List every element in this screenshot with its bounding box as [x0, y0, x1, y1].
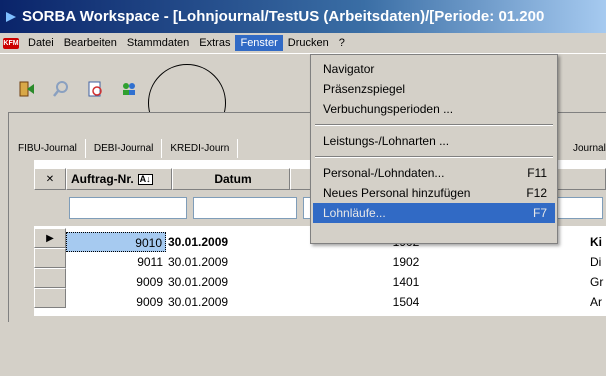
menu-item-leistungs-lohnarten[interactable]: Leistungs-/Lohnarten ... [313, 131, 555, 151]
cell-last[interactable]: Ar [556, 295, 606, 309]
cell-datum[interactable]: 30.01.2009 [166, 275, 256, 289]
cell-last[interactable]: Di [556, 255, 606, 269]
menu-bearbeiten[interactable]: Bearbeiten [59, 35, 122, 51]
document-icon [88, 81, 102, 97]
document-button[interactable] [82, 76, 108, 102]
menu-item-personal-lohndaten[interactable]: Personal-/Lohndaten... F11 [313, 163, 555, 183]
column-label-auftrag: Auftrag-Nr. [71, 172, 134, 186]
menu-stammdaten[interactable]: Stammdaten [122, 35, 194, 51]
grid-corner[interactable]: ✕ [34, 168, 66, 190]
menu-item-navigator[interactable]: Navigator [313, 59, 555, 79]
filter-input-datum[interactable] [193, 197, 297, 219]
sort-az-icon[interactable]: A↓ [137, 173, 153, 185]
cell-code[interactable]: 1401 [256, 275, 556, 289]
tab-fibu-journal[interactable]: FIBU-Journal [10, 139, 86, 158]
cell-code[interactable]: 1504 [256, 295, 556, 309]
table-row[interactable]: 9011 30.01.2009 1902 Di [66, 252, 606, 272]
users-icon [123, 83, 135, 95]
menu-item-neues-personal[interactable]: Neues Personal hinzufügen F12 [313, 183, 555, 203]
title-bar: SORBA Workspace - [Lohnjournal/TestUS (A… [0, 0, 606, 33]
menu-extras[interactable]: Extras [194, 35, 235, 51]
cell-last[interactable]: Ki [556, 235, 606, 249]
menu-item-label: Neues Personal hinzufügen [323, 186, 471, 200]
tab-journal[interactable]: Journal [565, 139, 606, 158]
menu-item-label: Personal-/Lohndaten... [323, 166, 445, 180]
app-icon [6, 11, 16, 22]
cell-auftrag[interactable]: 9009 [66, 272, 166, 292]
menu-item-label: Verbuchungsperioden ... [323, 102, 454, 116]
cell-auftrag[interactable]: 9011 [66, 252, 166, 272]
cell-last[interactable]: Gr [556, 275, 606, 289]
users-button[interactable] [116, 76, 142, 102]
menu-help[interactable]: ? [334, 35, 350, 51]
column-label-datum: Datum [214, 172, 252, 186]
filter-indicator [34, 190, 66, 226]
fenster-menu: Navigator Präsenzspiegel Verbuchungsperi… [310, 54, 558, 244]
exit-icon [19, 81, 34, 97]
search-icon [53, 81, 68, 97]
current-row-arrow-icon: ▶ [46, 232, 54, 244]
row-indicator[interactable] [34, 268, 66, 288]
menu-item-label: Lohnläufe... [323, 206, 386, 220]
tab-kredi-journal[interactable]: KREDI-Journ [162, 139, 239, 158]
menu-fenster[interactable]: Fenster [235, 35, 283, 51]
search-button[interactable] [48, 76, 74, 102]
grid-rows: 9010 30.01.2009 1902 Ki 9011 30.01.2009 … [66, 232, 606, 312]
exit-button[interactable] [14, 76, 40, 102]
table-row[interactable]: 9009 30.01.2009 1401 Gr [66, 272, 606, 292]
menu-item-label: Leistungs-/Lohnarten ... [323, 134, 450, 148]
cell-auftrag[interactable]: 9009 [66, 292, 166, 312]
menu-datei[interactable]: Datei [23, 35, 59, 51]
menu-separator [313, 151, 555, 163]
row-indicator-current[interactable]: ▶ [34, 228, 66, 248]
kfm-icon[interactable]: KFM [3, 37, 19, 49]
menu-separator [313, 119, 555, 131]
column-header-auftrag[interactable]: Auftrag-Nr. A↓ [66, 168, 172, 190]
row-indicator[interactable] [34, 288, 66, 308]
menu-bar: KFM Datei Bearbeiten Stammdaten Extras F… [0, 33, 606, 54]
cell-datum[interactable]: 30.01.2009 [166, 255, 256, 269]
row-indicators: ▶ [34, 228, 66, 376]
menu-item-label: Navigator [323, 62, 375, 76]
table-row[interactable]: 9009 30.01.2009 1504 Ar [66, 292, 606, 312]
menu-drucken[interactable]: Drucken [283, 35, 334, 51]
filter-input-auftrag[interactable] [69, 197, 187, 219]
row-indicator[interactable] [34, 248, 66, 268]
column-header-datum[interactable]: Datum [172, 168, 290, 190]
cell-datum[interactable]: 30.01.2009 [166, 295, 256, 309]
close-icon: ✕ [45, 173, 55, 185]
menu-item-lohnlaeufe[interactable]: Lohnläufe... F7 [313, 203, 555, 223]
menu-item-praesenzspiegel[interactable]: Präsenzspiegel [313, 79, 555, 99]
tab-debi-journal[interactable]: DEBI-Journal [86, 139, 163, 158]
cell-auftrag[interactable]: 9010 [66, 232, 166, 252]
cell-datum[interactable]: 30.01.2009 [166, 235, 256, 249]
cell-code[interactable]: 1902 [256, 255, 556, 269]
menu-item-shortcut: F11 [527, 166, 547, 180]
window-title: SORBA Workspace - [Lohnjournal/TestUS (A… [22, 8, 545, 25]
menu-item-shortcut: F12 [526, 186, 547, 200]
menu-item-shortcut: F7 [532, 206, 547, 220]
menu-item-label: Präsenzspiegel [323, 82, 406, 96]
menu-item-verbuchungsperioden[interactable]: Verbuchungsperioden ... [313, 99, 555, 119]
